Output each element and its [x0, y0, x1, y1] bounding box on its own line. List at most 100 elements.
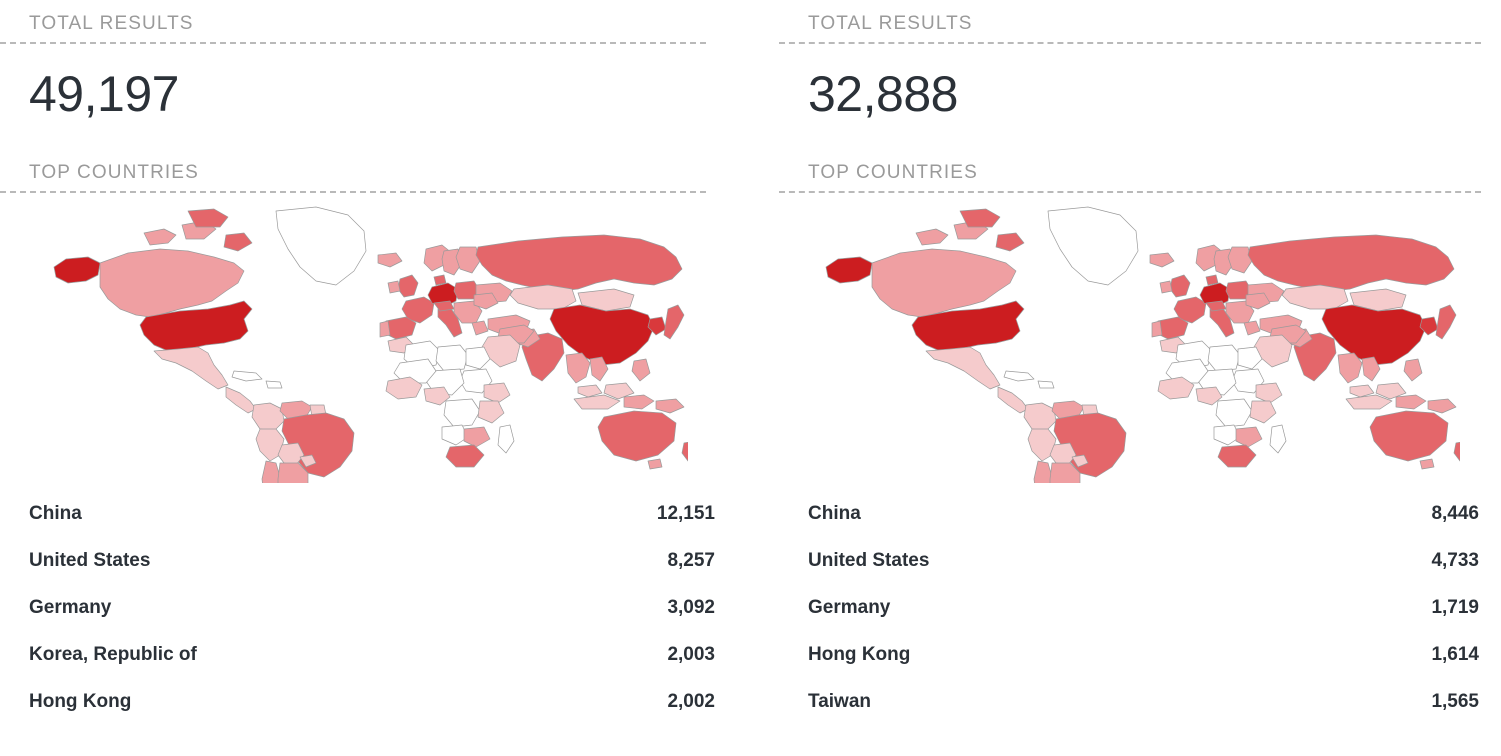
list-item[interactable]: Korea, Republic of 2,003 [29, 631, 715, 678]
country-japan [1435, 304, 1457, 339]
country-australia [597, 410, 676, 461]
list-item[interactable]: Taiwan 1,565 [808, 678, 1479, 725]
country-name: Korea, Republic of [29, 644, 197, 665]
country-madagascar [497, 424, 514, 453]
country-name: Hong Kong [808, 644, 911, 665]
list-item[interactable]: Germany 1,719 [808, 584, 1479, 631]
country-ethiopia [1255, 382, 1283, 403]
country-greece [1243, 320, 1261, 335]
country-south-africa [1217, 444, 1257, 467]
country-austria-swiss [1205, 300, 1227, 311]
country-drc [1215, 398, 1253, 427]
country-china [1321, 304, 1427, 365]
country-drc [443, 398, 480, 427]
world-map-svg [825, 206, 1460, 483]
country-value: 1,614 [1431, 644, 1479, 665]
country-value: 8,446 [1431, 503, 1479, 524]
country-alaska [825, 256, 873, 283]
country-value: 12,151 [656, 503, 715, 524]
country-japan [663, 304, 684, 339]
country-kazakhstan [509, 284, 576, 309]
country-saudi-arabia [1253, 334, 1293, 367]
list-item[interactable]: Hong Kong 1,614 [808, 631, 1479, 678]
divider-dashed [779, 42, 1481, 44]
country-name: Germany [29, 597, 112, 618]
country-china [549, 304, 654, 365]
divider-dashed [0, 42, 706, 44]
list-item[interactable]: United States 8,257 [29, 537, 715, 584]
country-mexico [925, 346, 1001, 389]
world-map-svg [53, 206, 688, 483]
total-results-label-left: TOTAL RESULTS [29, 13, 194, 34]
world-choropleth-map-right[interactable] [779, 201, 1501, 486]
country-alaska [53, 256, 100, 283]
list-item[interactable]: China 8,446 [808, 490, 1479, 537]
country-value: 8,257 [667, 550, 715, 571]
country-name: China [29, 503, 82, 524]
country-iceland [1149, 252, 1175, 267]
list-item[interactable]: Hong Kong 2,002 [29, 678, 715, 725]
country-new-zealand [1453, 441, 1460, 461]
results-panel-right: TOTAL RESULTS 32,888 TOP COUNTRIES China… [779, 0, 1501, 756]
country-russia [1247, 234, 1455, 291]
top-countries-list-right: China 8,446 United States 4,733 Germany … [779, 490, 1501, 725]
country-united-kingdom [397, 274, 418, 297]
country-name: China [808, 503, 861, 524]
country-greenland [1047, 206, 1139, 285]
country-name: United States [29, 550, 151, 571]
country-madagascar [1269, 424, 1287, 453]
country-philippines [1403, 358, 1423, 381]
country-cuba [1003, 370, 1035, 381]
country-malaysia [1349, 384, 1375, 397]
country-kenya-tanzania [1249, 400, 1277, 423]
country-colombia [1023, 402, 1057, 431]
country-philippines [631, 358, 650, 381]
country-zambia-zim [1235, 426, 1263, 447]
country-saudi-arabia [481, 334, 520, 367]
country-austria-swiss [433, 300, 454, 311]
country-canada-arctic-1 [143, 228, 176, 245]
country-finland [1227, 246, 1253, 273]
country-value: 2,002 [667, 691, 715, 712]
country-south-africa [445, 444, 484, 467]
country-hispaniola [1037, 380, 1055, 388]
country-value: 2,003 [667, 644, 715, 665]
country-name: Taiwan [808, 691, 871, 712]
country-kazakhstan [1281, 284, 1349, 309]
country-name: United States [808, 550, 930, 571]
total-results-label-right: TOTAL RESULTS [808, 13, 973, 34]
country-greenland [275, 206, 366, 285]
country-tasmania [1419, 458, 1435, 469]
country-chile [1033, 460, 1053, 483]
country-finland [455, 246, 480, 273]
dashboard-compare: TOTAL RESULTS 49,197 TOP COUNTRIES China… [0, 0, 1501, 756]
country-ethiopia [483, 382, 510, 403]
country-kenya-tanzania [477, 400, 504, 423]
country-central-america [997, 386, 1029, 413]
country-value: 1,565 [1431, 691, 1479, 712]
total-results-value-left: 49,197 [29, 66, 179, 122]
country-indonesia-2 [1395, 394, 1427, 409]
country-denmark [1205, 274, 1219, 285]
country-colombia [251, 402, 284, 431]
total-results-value-right: 32,888 [808, 66, 958, 122]
country-portugal [1151, 320, 1163, 337]
list-item[interactable]: China 12,151 [29, 490, 715, 537]
country-portugal [379, 320, 390, 337]
country-canada-arctic-4 [223, 232, 252, 251]
country-papua-new-guinea [655, 398, 684, 413]
divider-dashed [779, 191, 1481, 193]
top-countries-list-left: China 12,151 United States 8,257 Germany… [0, 490, 735, 725]
country-papua-new-guinea [1427, 398, 1457, 413]
world-choropleth-map-left[interactable] [0, 201, 735, 486]
country-canada-arctic-4 [995, 232, 1025, 251]
country-cuba [231, 370, 262, 381]
country-name: Germany [808, 597, 891, 618]
country-malaysia [577, 384, 602, 397]
country-new-zealand [681, 441, 688, 461]
country-libya [435, 344, 468, 371]
country-ireland [1159, 280, 1173, 293]
list-item[interactable]: Germany 3,092 [29, 584, 715, 631]
country-mexico [153, 346, 228, 389]
list-item[interactable]: United States 4,733 [808, 537, 1479, 584]
